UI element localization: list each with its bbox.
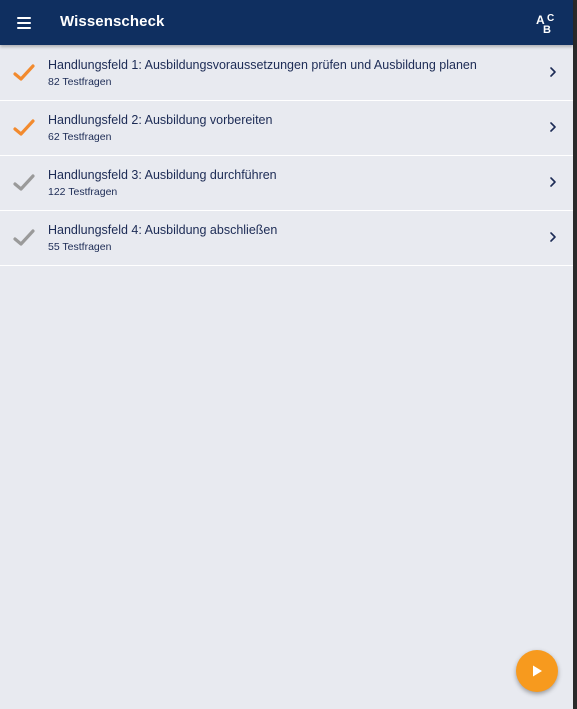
chevron-right-icon <box>550 232 556 242</box>
check-icon-completed <box>13 64 35 81</box>
chevron-right-icon <box>550 67 556 77</box>
list-item-subtitle: 122 Testfragen <box>48 186 118 198</box>
app-window: Wissenscheck A C B Handlungsfeld 1: Ausb… <box>0 0 577 709</box>
list-item-subtitle: 62 Testfragen <box>48 131 112 143</box>
check-icon-open <box>13 174 35 191</box>
abc-sort-icon[interactable]: A C B <box>535 10 559 36</box>
hamburger-menu-icon[interactable] <box>17 13 37 33</box>
chevron-right-icon <box>550 177 556 187</box>
list-item-title: Handlungsfeld 4: Ausbildung abschließen <box>48 223 278 237</box>
list-item-title: Handlungsfeld 1: Ausbildungsvoraussetzun… <box>48 58 477 72</box>
chevron-right-icon <box>550 122 556 132</box>
list-item[interactable]: Handlungsfeld 4: Ausbildung abschließen … <box>0 211 573 266</box>
svg-text:B: B <box>543 24 551 36</box>
start-quiz-button[interactable] <box>516 650 558 692</box>
play-icon <box>533 665 542 677</box>
check-icon-completed <box>13 119 35 136</box>
list-item[interactable]: Handlungsfeld 2: Ausbildung vorbereiten … <box>0 101 573 156</box>
svg-text:C: C <box>547 13 554 24</box>
top-app-bar: Wissenscheck A C B <box>0 0 573 45</box>
list-item-title: Handlungsfeld 3: Ausbildung durchführen <box>48 168 277 182</box>
topic-list: Handlungsfeld 1: Ausbildungsvoraussetzun… <box>0 46 573 266</box>
list-item-subtitle: 55 Testfragen <box>48 241 112 253</box>
list-item-title: Handlungsfeld 2: Ausbildung vorbereiten <box>48 113 273 127</box>
list-item-subtitle: 82 Testfragen <box>48 76 112 88</box>
list-item[interactable]: Handlungsfeld 1: Ausbildungsvoraussetzun… <box>0 46 573 101</box>
list-item[interactable]: Handlungsfeld 3: Ausbildung durchführen … <box>0 156 573 211</box>
check-icon-open <box>13 229 35 246</box>
page-title: Wissenscheck <box>60 13 165 30</box>
